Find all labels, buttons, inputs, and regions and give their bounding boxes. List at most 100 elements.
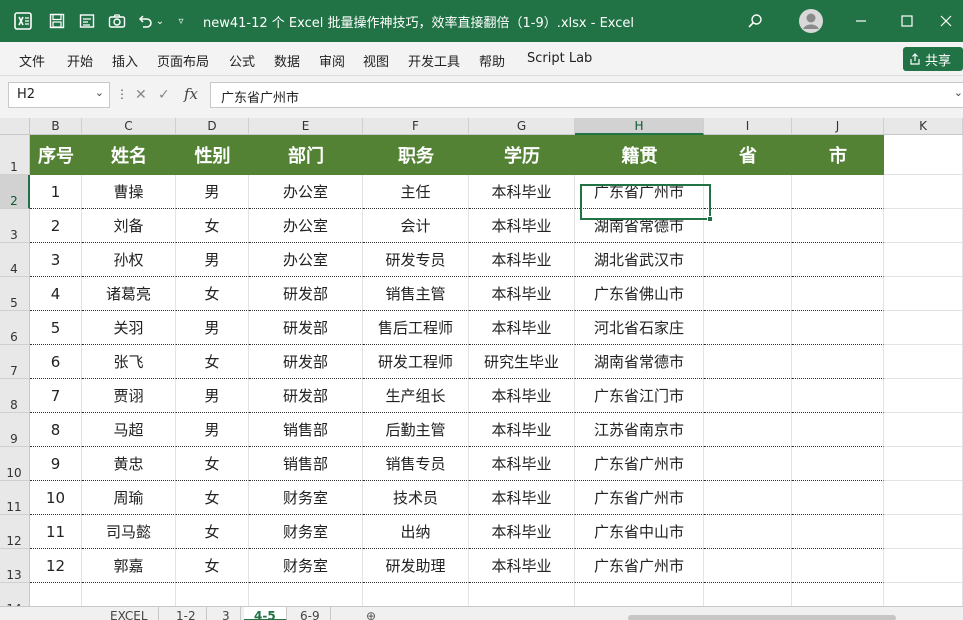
column-header-j[interactable]: J <box>792 118 884 135</box>
table-cell[interactable]: 广东省广州市 <box>575 175 704 209</box>
table-cell[interactable]: 研究生毕业 <box>469 345 575 379</box>
more-options-icon[interactable]: ⋮ <box>116 87 128 101</box>
empty-cell[interactable] <box>469 583 575 606</box>
column-header-f[interactable]: F <box>363 118 469 135</box>
table-cell[interactable]: 2 <box>30 209 82 243</box>
table-cell[interactable]: 本科毕业 <box>469 379 575 413</box>
empty-cell[interactable] <box>884 277 963 311</box>
tab-insert[interactable]: 插入 <box>112 51 138 70</box>
table-cell[interactable]: 广东省广州市 <box>575 481 704 515</box>
table-cell[interactable]: 马超 <box>82 413 176 447</box>
table-cell[interactable]: 女 <box>176 447 249 481</box>
header-cell[interactable]: 省 <box>704 135 792 175</box>
account-icon[interactable] <box>788 0 834 42</box>
sheet-tab-1-2[interactable]: 1-2 <box>166 607 207 620</box>
table-cell[interactable]: 女 <box>176 277 249 311</box>
row-header-2[interactable]: 2 <box>0 175 30 209</box>
table-cell[interactable]: 销售部 <box>249 447 363 481</box>
table-cell[interactable] <box>792 311 884 345</box>
column-header-d[interactable]: D <box>176 118 249 135</box>
table-cell[interactable]: 广东省江门市 <box>575 379 704 413</box>
table-cell[interactable] <box>792 447 884 481</box>
empty-cell[interactable] <box>82 583 176 606</box>
name-box-dropdown-icon[interactable]: ⌄ <box>95 86 104 99</box>
table-cell[interactable] <box>792 175 884 209</box>
table-cell[interactable]: 男 <box>176 175 249 209</box>
table-cell[interactable] <box>792 481 884 515</box>
row-header-1[interactable]: 1 <box>0 135 30 175</box>
table-cell[interactable]: 技术员 <box>363 481 469 515</box>
row-header-7[interactable]: 7 <box>0 345 30 379</box>
tab-formulas[interactable]: 公式 <box>229 51 255 70</box>
tab-script-lab[interactable]: Script Lab <box>527 51 592 66</box>
table-cell[interactable] <box>704 549 792 583</box>
header-cell[interactable]: 职务 <box>363 135 469 175</box>
table-cell[interactable]: 本科毕业 <box>469 311 575 345</box>
table-cell[interactable]: 销售主管 <box>363 277 469 311</box>
table-cell[interactable]: 司马懿 <box>82 515 176 549</box>
table-cell[interactable]: 8 <box>30 413 82 447</box>
empty-cell[interactable] <box>30 583 82 606</box>
sheet-tab-excel[interactable]: EXCEL <box>100 607 159 620</box>
table-cell[interactable]: 财务室 <box>249 549 363 583</box>
table-cell[interactable] <box>792 209 884 243</box>
table-cell[interactable]: 销售专员 <box>363 447 469 481</box>
header-cell[interactable]: 籍贯 <box>575 135 704 175</box>
table-cell[interactable]: 广东省佛山市 <box>575 277 704 311</box>
table-cell[interactable]: 孙权 <box>82 243 176 277</box>
table-cell[interactable] <box>704 345 792 379</box>
empty-cell[interactable] <box>249 583 363 606</box>
table-cell[interactable]: 本科毕业 <box>469 277 575 311</box>
tab-developer[interactable]: 开发工具 <box>408 51 460 70</box>
table-cell[interactable]: 后勤主管 <box>363 413 469 447</box>
empty-cell[interactable] <box>363 583 469 606</box>
empty-cell[interactable] <box>884 447 963 481</box>
table-cell[interactable]: 办公室 <box>249 175 363 209</box>
header-cell[interactable]: 市 <box>792 135 884 175</box>
table-cell[interactable] <box>704 447 792 481</box>
table-cell[interactable]: 财务室 <box>249 515 363 549</box>
empty-cell[interactable] <box>884 175 963 209</box>
table-cell[interactable]: 办公室 <box>249 243 363 277</box>
fill-handle[interactable] <box>707 216 713 222</box>
table-cell[interactable]: 诸葛亮 <box>82 277 176 311</box>
table-cell[interactable]: 张飞 <box>82 345 176 379</box>
tab-view[interactable]: 视图 <box>363 51 389 70</box>
empty-cell[interactable] <box>884 345 963 379</box>
table-cell[interactable]: 12 <box>30 549 82 583</box>
table-cell[interactable]: 广东省中山市 <box>575 515 704 549</box>
table-cell[interactable]: 本科毕业 <box>469 447 575 481</box>
customize-qat-icon[interactable]: ▿ <box>172 0 190 42</box>
table-cell[interactable]: 女 <box>176 345 249 379</box>
empty-cell[interactable] <box>884 583 963 606</box>
table-cell[interactable] <box>792 549 884 583</box>
share-button[interactable]: 共享 <box>903 47 963 71</box>
table-cell[interactable] <box>792 379 884 413</box>
table-cell[interactable]: 销售部 <box>249 413 363 447</box>
table-cell[interactable]: 郭嘉 <box>82 549 176 583</box>
horizontal-scrollbar[interactable] <box>628 615 896 620</box>
table-cell[interactable] <box>704 481 792 515</box>
close-icon[interactable] <box>928 0 963 42</box>
table-cell[interactable]: 关羽 <box>82 311 176 345</box>
insert-function-icon[interactable]: fx <box>184 85 198 103</box>
table-cell[interactable]: 研发部 <box>249 345 363 379</box>
empty-cell[interactable] <box>176 583 249 606</box>
row-header-14[interactable]: 14 <box>0 583 30 606</box>
minimize-icon[interactable] <box>838 0 884 42</box>
add-sheet-icon[interactable]: ⊕ <box>366 607 382 620</box>
table-cell[interactable]: 河北省石家庄 <box>575 311 704 345</box>
empty-cell[interactable] <box>575 583 704 606</box>
empty-cell[interactable] <box>884 379 963 413</box>
table-cell[interactable]: 本科毕业 <box>469 481 575 515</box>
table-cell[interactable] <box>704 379 792 413</box>
row-header-13[interactable]: 13 <box>0 549 30 583</box>
empty-cell[interactable] <box>884 243 963 277</box>
table-cell[interactable]: 办公室 <box>249 209 363 243</box>
table-cell[interactable] <box>792 345 884 379</box>
tab-file[interactable]: 文件 <box>19 51 45 70</box>
table-cell[interactable]: 主任 <box>363 175 469 209</box>
table-cell[interactable]: 女 <box>176 481 249 515</box>
header-cell[interactable]: 性别 <box>176 135 249 175</box>
row-header-10[interactable]: 10 <box>0 447 30 481</box>
